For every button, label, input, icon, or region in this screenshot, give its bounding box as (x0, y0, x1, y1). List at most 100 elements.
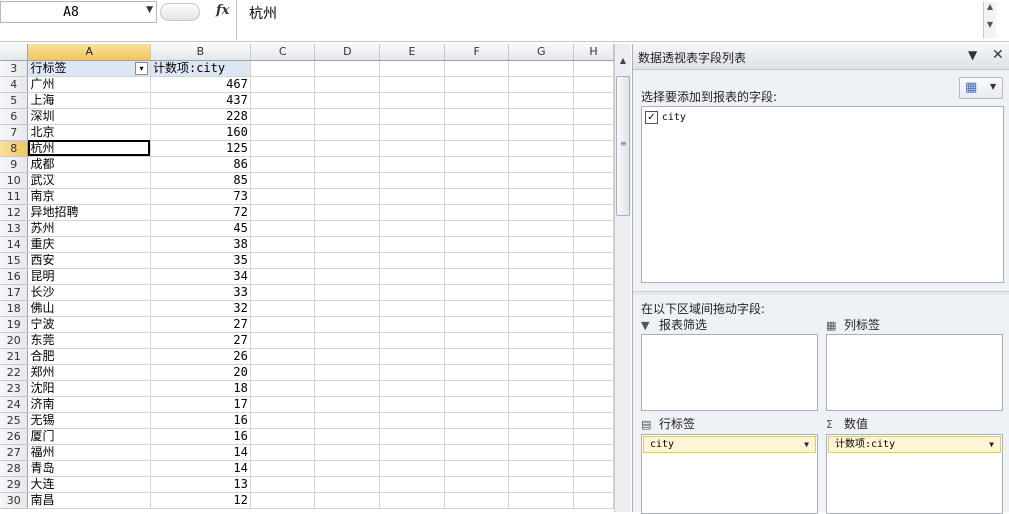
cell[interactable] (314, 268, 381, 285)
cell[interactable] (573, 284, 614, 301)
cell[interactable] (444, 364, 510, 381)
cell[interactable] (250, 396, 316, 413)
cell[interactable] (379, 76, 445, 93)
count-cell[interactable]: 73 (150, 188, 251, 205)
city-cell[interactable]: 昆明 (27, 268, 151, 285)
cell[interactable] (573, 252, 614, 269)
cell[interactable] (314, 348, 381, 365)
cell[interactable] (573, 220, 614, 237)
cell[interactable] (314, 428, 381, 445)
city-cell[interactable]: 广州 (27, 76, 151, 93)
cell[interactable] (444, 268, 510, 285)
cell[interactable] (444, 252, 510, 269)
vertical-scrollbar[interactable]: ▲ ≡ (614, 44, 631, 512)
cell[interactable] (250, 460, 316, 477)
city-cell[interactable]: 东莞 (27, 332, 151, 349)
cell[interactable] (379, 444, 445, 461)
column-header[interactable]: C (250, 44, 316, 61)
row-header[interactable]: 24 (0, 396, 29, 413)
cell[interactable] (250, 220, 316, 237)
cell[interactable] (508, 428, 575, 445)
count-cell[interactable]: 27 (150, 316, 251, 333)
cell[interactable] (508, 348, 575, 365)
count-cell[interactable]: 160 (150, 124, 251, 141)
cell[interactable] (314, 300, 381, 317)
cell[interactable] (250, 108, 316, 125)
city-cell[interactable]: 西安 (27, 252, 151, 269)
select-all-corner[interactable] (0, 44, 29, 61)
count-cell[interactable]: 86 (150, 156, 251, 173)
cell[interactable] (508, 476, 575, 493)
cell[interactable] (573, 124, 614, 141)
cell[interactable] (508, 124, 575, 141)
city-cell[interactable]: 宁波 (27, 316, 151, 333)
cell[interactable] (314, 236, 381, 253)
cell[interactable] (379, 380, 445, 397)
cell[interactable] (444, 172, 510, 189)
cell[interactable] (250, 92, 316, 109)
cell[interactable] (379, 252, 445, 269)
cell[interactable] (573, 300, 614, 317)
cell[interactable] (573, 332, 614, 349)
row-header[interactable]: 19 (0, 316, 29, 333)
close-icon[interactable]: ✕ (992, 47, 1004, 63)
cell[interactable] (573, 268, 614, 285)
cell[interactable] (508, 108, 575, 125)
cell[interactable] (444, 460, 510, 477)
value-field-chip[interactable]: 计数项:city ▼ (828, 436, 1001, 453)
cell[interactable] (314, 492, 381, 509)
cell[interactable] (250, 332, 316, 349)
cell[interactable] (250, 252, 316, 269)
cell[interactable] (573, 364, 614, 381)
count-cell[interactable]: 26 (150, 348, 251, 365)
cell[interactable] (314, 204, 381, 221)
count-header[interactable]: 计数项:city (150, 60, 251, 77)
cell[interactable] (573, 172, 614, 189)
row-header[interactable]: 14 (0, 236, 29, 253)
cell[interactable] (573, 396, 614, 413)
cell[interactable] (314, 364, 381, 381)
cell[interactable] (573, 412, 614, 429)
column-header[interactable]: B (150, 44, 251, 61)
row-labels-area[interactable]: city ▼ (641, 434, 818, 514)
cell[interactable] (250, 284, 316, 301)
cell[interactable] (379, 396, 445, 413)
cell[interactable] (444, 492, 510, 509)
city-cell[interactable]: 无锡 (27, 412, 151, 429)
city-cell[interactable]: 成都 (27, 156, 151, 173)
city-cell[interactable]: 青岛 (27, 460, 151, 477)
cell[interactable] (573, 476, 614, 493)
count-cell[interactable]: 45 (150, 220, 251, 237)
row-header[interactable]: 16 (0, 268, 29, 285)
cell[interactable] (379, 92, 445, 109)
cell[interactable] (508, 460, 575, 477)
city-cell[interactable]: 杭州 (27, 140, 151, 157)
city-cell[interactable]: 苏州 (27, 220, 151, 237)
count-cell[interactable]: 125 (150, 140, 251, 157)
city-cell[interactable]: 济南 (27, 396, 151, 413)
cell[interactable] (508, 204, 575, 221)
cell[interactable] (314, 396, 381, 413)
cell[interactable] (379, 60, 445, 77)
cell[interactable] (508, 332, 575, 349)
cell[interactable] (250, 428, 316, 445)
city-cell[interactable]: 南昌 (27, 492, 151, 509)
scroll-up-icon[interactable]: ▲ (615, 56, 631, 72)
cell[interactable] (250, 156, 316, 173)
cell[interactable] (379, 220, 445, 237)
cell[interactable] (250, 348, 316, 365)
cell[interactable] (444, 124, 510, 141)
count-cell[interactable]: 14 (150, 444, 251, 461)
column-header[interactable]: F (444, 44, 510, 61)
city-cell[interactable]: 重庆 (27, 236, 151, 253)
cell[interactable] (444, 188, 510, 205)
column-header[interactable]: A (27, 44, 151, 61)
cell[interactable] (573, 492, 614, 509)
cell[interactable] (379, 316, 445, 333)
row-header[interactable]: 22 (0, 364, 29, 381)
field-list[interactable]: ✓ city (641, 106, 1004, 283)
row-header[interactable]: 11 (0, 188, 29, 205)
cell[interactable] (250, 76, 316, 93)
city-cell[interactable]: 上海 (27, 92, 151, 109)
cell[interactable] (444, 108, 510, 125)
